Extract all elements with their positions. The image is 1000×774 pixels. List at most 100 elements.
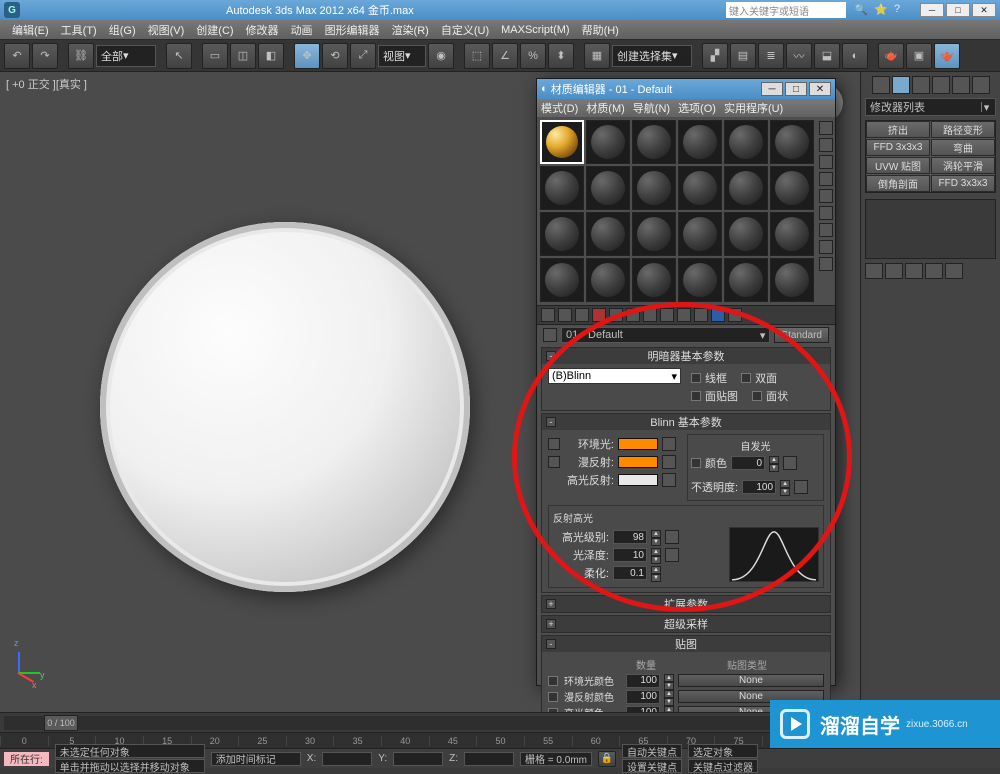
facemap-checkbox[interactable] bbox=[691, 391, 701, 401]
key-filter-button[interactable]: 关键点过滤器 bbox=[688, 759, 758, 773]
tab-modify[interactable] bbox=[892, 76, 910, 94]
diffuse-swatch[interactable] bbox=[618, 456, 658, 468]
curve-editor-button[interactable]: 〰 bbox=[786, 43, 812, 69]
setkey-button[interactable]: 设置关键点 bbox=[622, 759, 682, 773]
mat-min-button[interactable]: ─ bbox=[761, 82, 783, 96]
sample-slot[interactable] bbox=[770, 258, 814, 302]
tab-hierarchy[interactable] bbox=[912, 76, 930, 94]
menu-maxscript[interactable]: MAXScript(M) bbox=[495, 22, 575, 38]
put-to-library-icon[interactable] bbox=[643, 308, 657, 322]
y-coord-input[interactable] bbox=[393, 752, 443, 766]
named-selection-button[interactable]: ▦ bbox=[584, 43, 610, 69]
material-type-button[interactable]: Standard bbox=[774, 327, 829, 343]
tab-utilities[interactable] bbox=[972, 76, 990, 94]
key-selected-dropdown[interactable]: 选定对象 bbox=[688, 744, 758, 758]
mod-chamfer[interactable]: 倒角剖面 bbox=[866, 175, 930, 192]
sample-slot[interactable] bbox=[540, 212, 584, 256]
ref-coord-dropdown[interactable]: 视图 ▾ bbox=[378, 45, 426, 67]
close-button[interactable]: ✕ bbox=[972, 3, 996, 17]
mat-close-button[interactable]: ✕ bbox=[809, 82, 831, 96]
specular-swatch[interactable] bbox=[618, 474, 658, 486]
sample-slot[interactable] bbox=[678, 212, 722, 256]
menu-graph-editors[interactable]: 图形编辑器 bbox=[319, 20, 386, 40]
faceted-checkbox[interactable] bbox=[752, 391, 762, 401]
pick-material-icon[interactable] bbox=[543, 328, 557, 342]
sample-slot[interactable] bbox=[586, 166, 630, 210]
options-icon[interactable] bbox=[819, 223, 833, 237]
stack-remove[interactable] bbox=[925, 263, 943, 279]
x-coord-input[interactable] bbox=[322, 752, 372, 766]
sample-slot[interactable] bbox=[724, 258, 768, 302]
backlight-icon[interactable] bbox=[819, 138, 833, 152]
mod-pathdeform[interactable]: 路径变形 bbox=[931, 121, 995, 138]
rollout-toggle[interactable]: - bbox=[546, 417, 556, 427]
angle-snap[interactable]: ∠ bbox=[492, 43, 518, 69]
menu-group[interactable]: 组(G) bbox=[103, 20, 142, 40]
sample-slot[interactable] bbox=[540, 258, 584, 302]
mod-uvw[interactable]: UVW 贴图 bbox=[866, 157, 930, 174]
video-check-icon[interactable] bbox=[819, 189, 833, 203]
sample-slot-1[interactable] bbox=[540, 120, 584, 164]
menu-tools[interactable]: 工具(T) bbox=[55, 20, 103, 40]
menu-modifiers[interactable]: 修改器 bbox=[240, 20, 285, 40]
stack-config[interactable] bbox=[945, 263, 963, 279]
menu-rendering[interactable]: 渲染(R) bbox=[386, 20, 435, 40]
uv-tiling-icon[interactable] bbox=[819, 172, 833, 186]
sample-slot[interactable] bbox=[632, 258, 676, 302]
stack-show[interactable] bbox=[885, 263, 903, 279]
select-by-mat-icon[interactable] bbox=[819, 240, 833, 254]
time-slider-knob[interactable]: 0 / 100 bbox=[44, 715, 78, 731]
wire-checkbox[interactable] bbox=[691, 373, 701, 383]
material-id-icon[interactable] bbox=[660, 308, 674, 322]
lock-selection-icon[interactable]: 🔒 bbox=[598, 751, 616, 767]
material-editor-titlebar[interactable]: ◐ 材质编辑器 - 01 - Default ─ □ ✕ bbox=[537, 79, 835, 99]
sample-slot[interactable] bbox=[678, 166, 722, 210]
layers-button[interactable]: ≣ bbox=[758, 43, 784, 69]
mod-extrude[interactable]: 挤出 bbox=[866, 121, 930, 138]
map-diffuse-checkbox[interactable] bbox=[548, 692, 558, 702]
rollout-toggle[interactable]: + bbox=[546, 599, 556, 609]
put-to-scene-icon[interactable] bbox=[558, 308, 572, 322]
selfillum-spinner[interactable]: 0 bbox=[731, 456, 765, 470]
selection-filter[interactable]: 全部 ▾ bbox=[96, 45, 156, 67]
undo-button[interactable]: ↶ bbox=[4, 43, 30, 69]
preview-icon[interactable] bbox=[819, 206, 833, 220]
help-icon[interactable]: ? bbox=[894, 3, 908, 17]
tab-motion[interactable] bbox=[932, 76, 950, 94]
autokey-button[interactable]: 自动关键点 bbox=[622, 744, 682, 758]
material-editor-button[interactable]: ◐ bbox=[842, 43, 868, 69]
menu-animation[interactable]: 动画 bbox=[285, 20, 319, 40]
get-material-icon[interactable] bbox=[541, 308, 555, 322]
sample-slot[interactable] bbox=[724, 120, 768, 164]
gloss-spinner[interactable]: 10 bbox=[613, 548, 647, 562]
sample-slot[interactable] bbox=[770, 120, 814, 164]
mat-max-button[interactable]: □ bbox=[785, 82, 807, 96]
rollout-toggle[interactable]: - bbox=[546, 351, 556, 361]
sample-slot[interactable] bbox=[586, 212, 630, 256]
align-button[interactable]: ▤ bbox=[730, 43, 756, 69]
help-search-input[interactable]: 键入关键字或短语 bbox=[726, 2, 846, 18]
render-setup-button[interactable]: 🫖 bbox=[878, 43, 904, 69]
schematic-button[interactable]: ⬓ bbox=[814, 43, 840, 69]
minimize-button[interactable]: ─ bbox=[920, 3, 944, 17]
selfillum-map-button[interactable] bbox=[783, 456, 797, 470]
rollout-toggle[interactable]: + bbox=[546, 619, 556, 629]
snap-toggle[interactable]: ⬚ bbox=[464, 43, 490, 69]
move-tool[interactable]: ✥ bbox=[294, 43, 320, 69]
reset-map-icon[interactable] bbox=[592, 308, 606, 322]
redo-button[interactable]: ↷ bbox=[32, 43, 58, 69]
signin-icon[interactable]: ⭐ bbox=[874, 3, 888, 17]
map-ambient-checkbox[interactable] bbox=[548, 676, 558, 686]
sample-slot[interactable] bbox=[770, 212, 814, 256]
map-ambient-slot[interactable]: None bbox=[678, 674, 824, 687]
show-in-viewport-icon[interactable] bbox=[677, 308, 691, 322]
sample-slot[interactable] bbox=[632, 166, 676, 210]
mod-turbosmooth[interactable]: 涡轮平滑 bbox=[931, 157, 995, 174]
percent-snap[interactable]: % bbox=[520, 43, 546, 69]
menu-create[interactable]: 创建(C) bbox=[190, 20, 239, 40]
go-forward-icon[interactable] bbox=[728, 308, 742, 322]
opacity-map-button[interactable] bbox=[794, 480, 808, 494]
ambient-swatch[interactable] bbox=[618, 438, 658, 450]
ambient-diffuse-lock-icon[interactable] bbox=[548, 438, 560, 450]
menu-help[interactable]: 帮助(H) bbox=[576, 20, 625, 40]
